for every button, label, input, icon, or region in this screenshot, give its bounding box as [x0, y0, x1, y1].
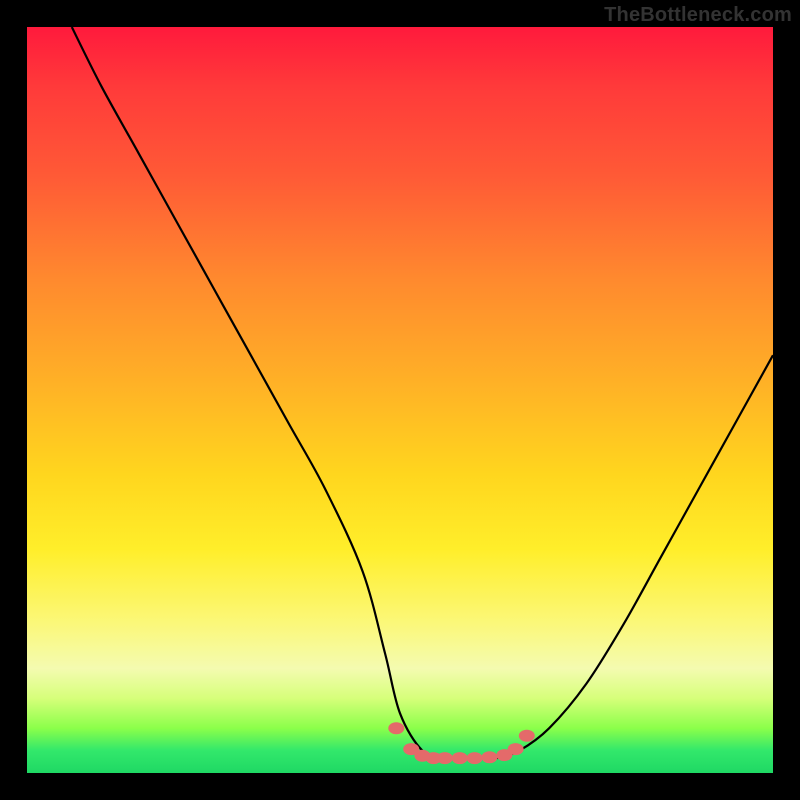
bottleneck-curve: [72, 27, 773, 759]
chart-frame: TheBottleneck.com: [0, 0, 800, 800]
chart-plot-area: [27, 27, 773, 773]
valley-marker: [452, 752, 468, 764]
valley-marker: [482, 751, 498, 763]
valley-marker-group: [388, 722, 535, 764]
valley-marker: [508, 743, 524, 755]
valley-marker: [519, 730, 535, 742]
watermark-label: TheBottleneck.com: [604, 4, 792, 27]
valley-marker: [437, 752, 453, 764]
chart-svg: [27, 27, 773, 773]
valley-marker: [467, 752, 483, 764]
valley-marker: [388, 722, 404, 734]
